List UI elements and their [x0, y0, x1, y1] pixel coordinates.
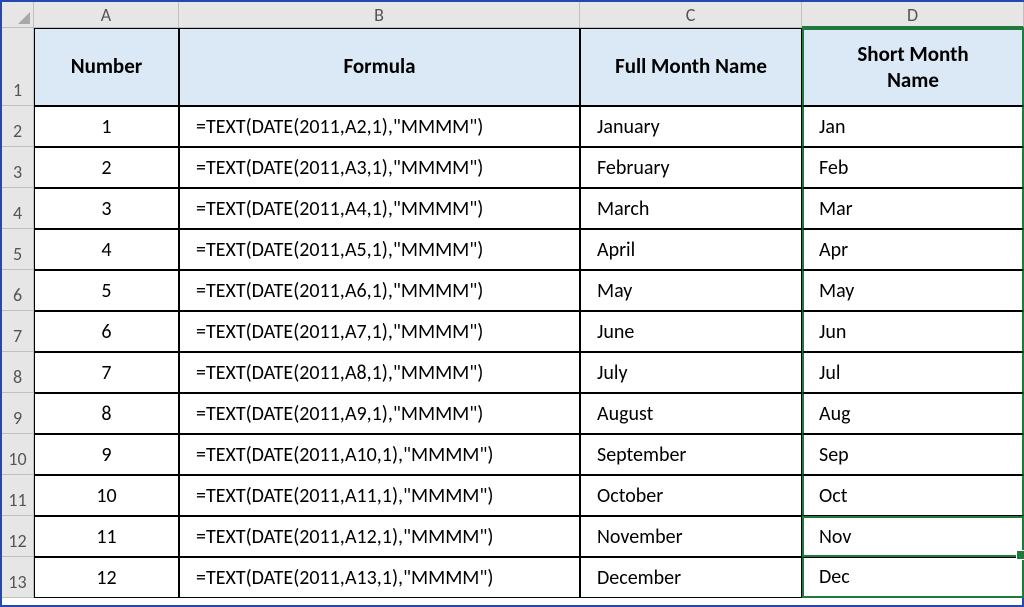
cell-c11[interactable]: October	[580, 475, 802, 516]
cell-b10[interactable]: =TEXT(DATE(2011,A10,1),"MMMM")	[179, 434, 580, 475]
cell-a13[interactable]: 12	[34, 557, 179, 598]
col-header-d[interactable]: D	[802, 2, 1024, 28]
cell-a8[interactable]: 7	[34, 352, 179, 393]
cell-c1[interactable]: Full Month Name	[580, 28, 802, 106]
cell-d4[interactable]: Mar	[802, 188, 1024, 229]
cell-a3[interactable]: 2	[34, 147, 179, 188]
cell-c6[interactable]: May	[580, 270, 802, 311]
cell-b8[interactable]: =TEXT(DATE(2011,A8,1),"MMMM")	[179, 352, 580, 393]
cell-c12[interactable]: November	[580, 516, 802, 557]
cell-b13[interactable]: =TEXT(DATE(2011,A13,1),"MMMM")	[179, 557, 580, 598]
cell-c3[interactable]: February	[580, 147, 802, 188]
cell-d9[interactable]: Aug	[802, 393, 1024, 434]
cell-c4[interactable]: March	[580, 188, 802, 229]
cell-b6[interactable]: =TEXT(DATE(2011,A6,1),"MMMM")	[179, 270, 580, 311]
cell-c5[interactable]: April	[580, 229, 802, 270]
cell-b1[interactable]: Formula	[179, 28, 580, 106]
cell-a2[interactable]: 1	[34, 106, 179, 147]
cell-c9[interactable]: August	[580, 393, 802, 434]
row-header-6[interactable]: 6	[2, 270, 34, 311]
spreadsheet-grid: A B C D 1 Number Formula Full Month Name…	[2, 2, 1022, 598]
row-header-8[interactable]: 8	[2, 352, 34, 393]
cell-d11[interactable]: Oct	[802, 475, 1024, 516]
cell-d13[interactable]: Dec	[802, 557, 1024, 598]
row-header-7[interactable]: 7	[2, 311, 34, 352]
cell-a4[interactable]: 3	[34, 188, 179, 229]
cell-a6[interactable]: 5	[34, 270, 179, 311]
row-header-1[interactable]: 1	[2, 28, 34, 106]
select-all-corner[interactable]	[2, 2, 34, 28]
col-header-b[interactable]: B	[179, 2, 580, 28]
cell-a5[interactable]: 4	[34, 229, 179, 270]
cell-b7[interactable]: =TEXT(DATE(2011,A7,1),"MMMM")	[179, 311, 580, 352]
cell-b9[interactable]: =TEXT(DATE(2011,A9,1),"MMMM")	[179, 393, 580, 434]
col-header-a[interactable]: A	[34, 2, 179, 28]
row-header-13[interactable]: 13	[2, 557, 34, 598]
cell-b3[interactable]: =TEXT(DATE(2011,A3,1),"MMMM")	[179, 147, 580, 188]
cell-c13[interactable]: December	[580, 557, 802, 598]
row-header-9[interactable]: 9	[2, 393, 34, 434]
cell-a11[interactable]: 10	[34, 475, 179, 516]
cell-d12[interactable]: Nov	[802, 516, 1024, 557]
row-header-4[interactable]: 4	[2, 188, 34, 229]
cell-c10[interactable]: September	[580, 434, 802, 475]
cell-d10[interactable]: Sep	[802, 434, 1024, 475]
cell-b2[interactable]: =TEXT(DATE(2011,A2,1),"MMMM")	[179, 106, 580, 147]
row-header-5[interactable]: 5	[2, 229, 34, 270]
cell-a10[interactable]: 9	[34, 434, 179, 475]
cell-b4[interactable]: =TEXT(DATE(2011,A4,1),"MMMM")	[179, 188, 580, 229]
cell-a1[interactable]: Number	[34, 28, 179, 106]
cell-d1[interactable]: Short Month Name	[802, 28, 1024, 106]
cell-c8[interactable]: July	[580, 352, 802, 393]
cell-a9[interactable]: 8	[34, 393, 179, 434]
cell-a12[interactable]: 11	[34, 516, 179, 557]
cell-b5[interactable]: =TEXT(DATE(2011,A5,1),"MMMM")	[179, 229, 580, 270]
cell-d7[interactable]: Jun	[802, 311, 1024, 352]
row-header-3[interactable]: 3	[2, 147, 34, 188]
cell-d2[interactable]: Jan	[802, 106, 1024, 147]
cell-a7[interactable]: 6	[34, 311, 179, 352]
cell-d5[interactable]: Apr	[802, 229, 1024, 270]
cell-b11[interactable]: =TEXT(DATE(2011,A11,1),"MMMM")	[179, 475, 580, 516]
cell-d6[interactable]: May	[802, 270, 1024, 311]
row-header-11[interactable]: 11	[2, 475, 34, 516]
cell-c7[interactable]: June	[580, 311, 802, 352]
cell-b12[interactable]: =TEXT(DATE(2011,A12,1),"MMMM")	[179, 516, 580, 557]
cell-d3[interactable]: Feb	[802, 147, 1024, 188]
cell-c2[interactable]: January	[580, 106, 802, 147]
row-header-10[interactable]: 10	[2, 434, 34, 475]
col-header-c[interactable]: C	[580, 2, 802, 28]
cell-d8[interactable]: Jul	[802, 352, 1024, 393]
row-header-12[interactable]: 12	[2, 516, 34, 557]
row-header-2[interactable]: 2	[2, 106, 34, 147]
